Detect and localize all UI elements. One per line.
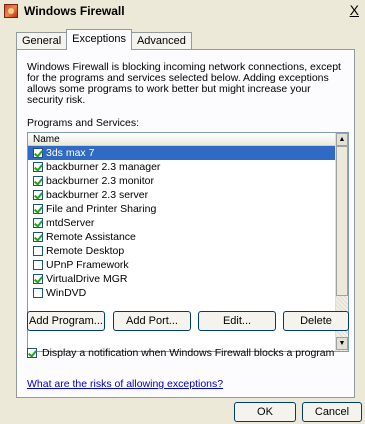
list-item[interactable]: File and Printer Sharing xyxy=(28,202,336,216)
list-item[interactable]: mtdServer xyxy=(28,216,336,230)
item-label: VirtualDrive MGR xyxy=(46,273,128,285)
item-label: mtdServer xyxy=(46,217,95,229)
window-title: Windows Firewall xyxy=(24,4,125,18)
tab-strip: General Exceptions Advanced xyxy=(16,29,192,50)
list-item[interactable]: backburner 2.3 manager xyxy=(28,160,336,174)
item-label: Remote Assistance xyxy=(46,231,136,243)
item-label: WinDVD xyxy=(46,287,87,299)
list-item[interactable]: WinDVD xyxy=(28,286,336,300)
tab-advanced[interactable]: Advanced xyxy=(130,32,192,50)
risks-link[interactable]: What are the risks of allowing exception… xyxy=(27,378,223,390)
cancel-button[interactable]: Cancel xyxy=(302,402,362,422)
item-label: File and Printer Sharing xyxy=(46,203,157,215)
notify-option[interactable]: Display a notification when Windows Fire… xyxy=(27,347,334,359)
ok-button[interactable]: OK xyxy=(234,402,296,422)
exceptions-description: Windows Firewall is blocking incoming ne… xyxy=(27,61,341,106)
scroll-down-icon[interactable]: ▼ xyxy=(336,337,348,350)
programs-services-label: Programs and Services: xyxy=(27,117,140,129)
close-button[interactable]: X xyxy=(350,2,359,18)
item-label: UPnP Framework xyxy=(46,259,129,271)
list-item[interactable]: backburner 2.3 server xyxy=(28,188,336,202)
item-checkbox[interactable] xyxy=(33,246,43,256)
add-port-button[interactable]: Add Port... xyxy=(113,311,191,331)
tab-exceptions[interactable]: Exceptions xyxy=(66,29,132,50)
list-item[interactable]: 3ds max 7 xyxy=(28,146,336,160)
item-label: backburner 2.3 server xyxy=(46,189,149,201)
item-label: backburner 2.3 manager xyxy=(46,161,161,173)
delete-button[interactable]: Delete xyxy=(283,311,349,331)
scroll-up-icon[interactable]: ▲ xyxy=(336,133,348,146)
exceptions-panel: Windows Firewall is blocking incoming ne… xyxy=(16,49,355,398)
list-item[interactable]: backburner 2.3 monitor xyxy=(28,174,336,188)
item-checkbox[interactable] xyxy=(33,232,43,242)
item-checkbox[interactable] xyxy=(33,288,43,298)
item-checkbox[interactable] xyxy=(33,190,43,200)
title-bar: Windows Firewall X xyxy=(0,0,365,22)
notify-label: Display a notification when Windows Fire… xyxy=(42,347,335,359)
item-checkbox[interactable] xyxy=(33,260,43,270)
item-checkbox[interactable] xyxy=(33,148,43,158)
firewall-icon xyxy=(4,4,18,18)
item-label: backburner 2.3 monitor xyxy=(46,175,154,187)
notify-checkbox[interactable] xyxy=(27,348,37,358)
item-checkbox[interactable] xyxy=(33,162,43,172)
item-checkbox[interactable] xyxy=(33,204,43,214)
scroll-thumb[interactable] xyxy=(336,146,348,296)
item-label: 3ds max 7 xyxy=(46,147,95,159)
list-item[interactable]: Remote Assistance xyxy=(28,230,336,244)
item-checkbox[interactable] xyxy=(33,218,43,228)
list-item[interactable]: Remote Desktop xyxy=(28,244,336,258)
tab-general[interactable]: General xyxy=(16,32,68,50)
item-checkbox[interactable] xyxy=(33,274,43,284)
item-checkbox[interactable] xyxy=(33,176,43,186)
name-column-header[interactable]: Name xyxy=(28,133,336,146)
edit-button[interactable]: Edit... xyxy=(198,311,276,331)
item-label: Remote Desktop xyxy=(46,245,125,257)
list-item[interactable]: VirtualDrive MGR xyxy=(28,272,336,286)
add-program-button[interactable]: Add Program... xyxy=(27,311,105,331)
list-item[interactable]: UPnP Framework xyxy=(28,258,336,272)
